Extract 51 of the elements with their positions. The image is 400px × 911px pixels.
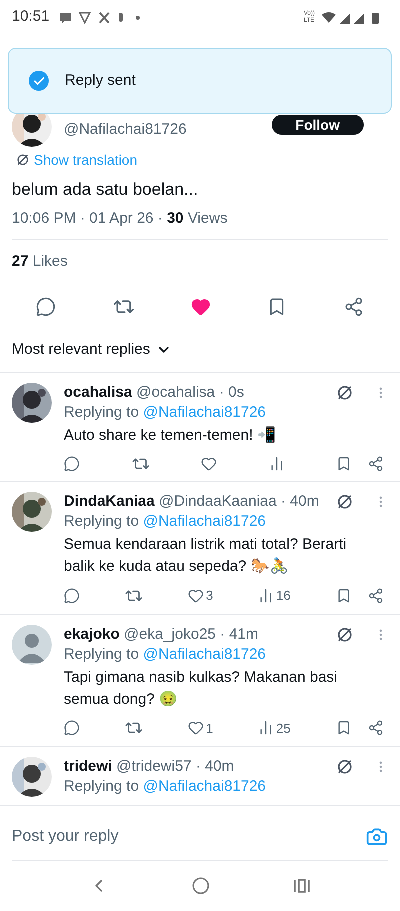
- views-button[interactable]: 16: [258, 586, 291, 606]
- reply-author: tridewi @tridewi57 · 40m: [64, 757, 236, 777]
- bookmark-icon[interactable]: [336, 588, 352, 604]
- replying-to: Replying to @Nafilachai81726: [64, 512, 268, 532]
- views-icon: [258, 720, 274, 736]
- follow-button[interactable]: Follow: [272, 115, 364, 135]
- views-icon: [258, 588, 274, 604]
- reply-author: ocahalisa @ocahalisa · 0s: [64, 383, 246, 403]
- like-button[interactable]: 3: [188, 586, 214, 606]
- grok-icon[interactable]: [336, 758, 354, 776]
- user-handle: @Nafilachai81726: [64, 121, 188, 139]
- tweet-meta: 10:06 PM · 01 Apr 26 · 30 Views: [11, 209, 229, 229]
- sort-dropdown[interactable]: Most relevant replies: [0, 340, 184, 360]
- reply-author: ekajoko @eka_joko25 · 41m: [64, 624, 260, 644]
- home-icon[interactable]: [192, 877, 210, 895]
- check-icon: [29, 71, 49, 91]
- tweet-text: belum ada satu boelan...: [11, 179, 200, 201]
- grok-icon[interactable]: [336, 493, 354, 511]
- share-icon[interactable]: [368, 588, 384, 604]
- share-icon[interactable]: [368, 720, 384, 736]
- reply-icon[interactable]: [36, 297, 56, 317]
- like-button[interactable]: 1: [188, 718, 214, 738]
- bookmark-icon[interactable]: [336, 456, 352, 472]
- replying-to: Replying to @Nafilachai81726: [64, 644, 268, 664]
- bookmark-icon[interactable]: [336, 720, 352, 736]
- like-icon: [188, 588, 204, 604]
- reply-text: Tapi gimana nasib kulkas? Makanan basi semua dong? 🤢: [64, 668, 338, 710]
- replying-to: Replying to @Nafilachai81726: [64, 777, 268, 797]
- like-icon[interactable]: [190, 297, 211, 317]
- toast-text: Reply sent: [65, 70, 136, 91]
- grok-icon[interactable]: [336, 384, 354, 402]
- grok-icon[interactable]: [336, 626, 354, 644]
- reply-icon[interactable]: [64, 720, 80, 736]
- like-icon: [188, 720, 204, 736]
- reply-text: Semua kendaraan listrik mati total? Berarti balik ke kuda atau sepeda? 🐎🚴: [64, 535, 348, 577]
- reply-input[interactable]: Post your reply: [12, 824, 366, 848]
- grok-icon[interactable]: [16, 153, 30, 167]
- reply-icon[interactable]: [64, 456, 80, 472]
- reply-author: DindaKaniaa @DindaaKaaniaa · 40m: [64, 492, 320, 512]
- reply-text: Auto share ke temen-temen! 📲: [64, 426, 278, 446]
- views-button[interactable]: 25: [258, 718, 291, 738]
- share-icon[interactable]: [368, 456, 384, 472]
- recents-icon[interactable]: [292, 878, 311, 894]
- share-icon[interactable]: [344, 297, 364, 317]
- likes-count[interactable]: 27 Likes: [0, 252, 80, 272]
- reply-icon[interactable]: [64, 588, 80, 604]
- like-button[interactable]: [201, 456, 217, 472]
- clock: 10:51: [12, 7, 50, 28]
- replying-to: Replying to @Nafilachai81726: [64, 403, 268, 423]
- views-button[interactable]: [268, 456, 284, 472]
- default-avatar[interactable]: [12, 624, 52, 664]
